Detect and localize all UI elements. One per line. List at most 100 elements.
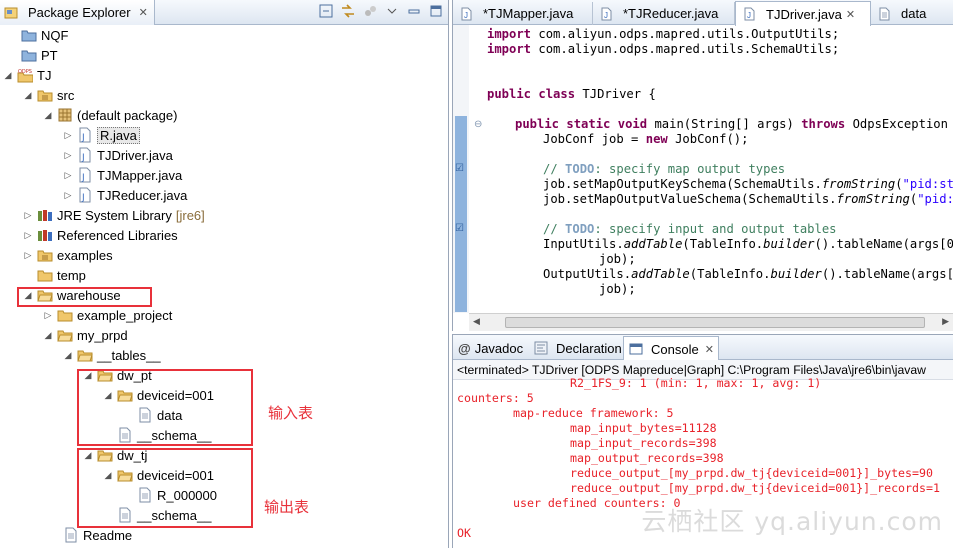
svg-text:J: J [81,133,85,143]
collapse-all-icon[interactable] [318,3,334,19]
tree-item-data[interactable]: data [122,405,182,425]
code-comment[interactable]: // TODO: specify input and output tables [543,222,837,237]
maximize-icon[interactable] [428,3,444,19]
tab-declaration[interactable]: Declaration [529,337,623,359]
tree-item-tjreducer-java[interactable]: ▷ J TJReducer.java [62,185,187,205]
tab-data[interactable]: data [871,2,953,25]
code-line[interactable]: job.setMapOutputValueSchema(SchemaUtils.… [543,192,953,207]
tree-item-r-java[interactable]: ▷ J R.java [62,125,140,145]
view-menu-icon[interactable] [384,3,400,19]
expanded-arrow-icon[interactable]: ◢ [82,370,94,381]
expanded-arrow-icon[interactable]: ◢ [42,110,54,121]
expanded-arrow-icon[interactable]: ◢ [2,70,14,81]
tree-item-tjdriver-java[interactable]: ▷ J TJDriver.java [62,145,173,165]
console-line: map_input_bytes=11128 [570,421,717,435]
tree-item-my-prpd[interactable]: ◢ my_prpd [42,325,128,345]
console-line: map-reduce framework: 5 [513,406,674,420]
horizontal-scrollbar[interactable]: ◀ ▶ [469,313,953,331]
code-line[interactable]: InputUtils.addTable(TableInfo.builder().… [543,237,953,252]
scroll-left-icon[interactable]: ◀ [473,316,480,327]
tree-item-src[interactable]: ◢ src [22,85,75,105]
expanded-arrow-icon[interactable]: ◢ [22,90,34,101]
code-line[interactable]: job); [599,252,636,267]
folder-icon [37,267,53,283]
console-line: map_output_records=398 [570,451,724,465]
collapsed-arrow-icon[interactable]: ▷ [22,250,34,261]
tab-label: Declaration [556,340,622,356]
tree-label: TJMapper.java [97,167,183,183]
tree-item-dw-pt[interactable]: ◢ dw_pt [82,365,152,385]
task-marker-icon[interactable]: ☑ [455,163,464,174]
code-comment[interactable]: // TODO: specify map output types [543,162,785,177]
task-marker-icon[interactable]: ☑ [455,223,464,234]
code-line[interactable]: public static void main(String[] args) t… [515,117,953,132]
code-line[interactable]: import com.aliyun.odps.mapred.utils.Sche… [487,42,839,57]
tree-item-pt[interactable]: PT [6,45,58,65]
tree-item-r-000000[interactable]: R_000000 [122,485,217,505]
tree-item-examples[interactable]: ▷ examples [22,245,113,265]
expanded-arrow-icon[interactable]: ◢ [62,350,74,361]
close-icon[interactable]: ✕ [846,8,855,21]
collapsed-arrow-icon[interactable]: ▷ [22,230,34,241]
console-tab-bar: @ Javadoc Declaration Console ✕ [453,335,953,361]
collapsed-arrow-icon[interactable]: ▷ [62,170,74,181]
at-icon: @ [458,340,471,356]
fold-collapse-icon[interactable]: ⊖ [474,119,482,130]
tree-item-warehouse[interactable]: ◢ warehouse [22,285,121,305]
file-icon [117,427,133,443]
tree-item-dw-pt-deviceid[interactable]: ◢ deviceid=001 [102,385,214,405]
expanded-arrow-icon[interactable]: ◢ [42,330,54,341]
tab-tjreducer[interactable]: J *TJReducer.java [593,2,735,25]
tree-item-nqf[interactable]: NQF [6,25,68,45]
code-line[interactable]: import com.aliyun.odps.mapred.utils.Outp… [487,27,839,42]
folder-open-icon [57,327,73,343]
code-line[interactable]: public class TJDriver { [487,87,656,102]
java-file-icon: J [77,147,93,163]
scroll-right-icon[interactable]: ▶ [942,316,949,327]
tab-tjdriver[interactable]: J TJDriver.java ✕ [735,1,871,26]
expanded-arrow-icon[interactable]: ◢ [102,390,114,401]
minimize-icon[interactable] [406,3,422,19]
expanded-arrow-icon[interactable]: ◢ [22,290,34,301]
tree-item-readme[interactable]: Readme [48,525,132,545]
close-icon[interactable]: ✕ [139,6,148,19]
collapsed-arrow-icon[interactable]: ▷ [22,210,34,221]
code-line[interactable]: job); [599,282,636,297]
link-with-editor-icon[interactable] [340,3,356,19]
console-line: reduce_output_[my_prpd.dw_tj{deviceid=00… [570,481,940,495]
tree-label: temp [57,267,86,283]
tree-item-tables[interactable]: ◢ __tables__ [62,345,161,365]
collapsed-arrow-icon[interactable]: ▷ [62,190,74,201]
code-line[interactable]: OutputUtils.addTable(TableInfo.builder()… [543,267,953,282]
scrollbar-thumb[interactable] [505,317,925,328]
collapsed-arrow-icon[interactable]: ▷ [42,310,54,321]
tab-javadoc[interactable]: @ Javadoc [453,337,529,359]
code-line[interactable]: job.setMapOutputKeySchema(SchemaUtils.fr… [543,177,953,192]
tree-item-tj[interactable]: ◢ ODPS TJ [2,65,51,85]
close-icon[interactable]: ✕ [705,343,714,356]
annotation-ruler: ☑ ☑ [453,25,469,313]
package-explorer-tab[interactable]: Package Explorer ✕ [0,0,155,25]
tree-item-temp[interactable]: temp [22,265,86,285]
tree-item-jre-system-library[interactable]: ▷ JRE System Library [jre6] [22,205,205,225]
code-line[interactable]: JobConf job = new JobConf(); [543,132,748,147]
tree-item-tjmapper-java[interactable]: ▷ J TJMapper.java [62,165,182,185]
collapsed-arrow-icon[interactable]: ▷ [62,150,74,161]
tree-label: PT [41,47,58,63]
tree-item-dw-tj-deviceid[interactable]: ◢ deviceid=001 [102,465,214,485]
tree-item-default-package[interactable]: ◢ (default package) [42,105,178,125]
tab-console[interactable]: Console ✕ [623,336,719,361]
expanded-arrow-icon[interactable]: ◢ [102,470,114,481]
console-line: R2_1FS_9: 1 (min: 1, max: 1, avg: 1) [570,376,822,390]
expanded-arrow-icon[interactable]: ◢ [82,450,94,461]
view-tab-bar: Package Explorer ✕ [0,0,448,25]
tree-item-dw-tj-schema[interactable]: __schema__ [102,505,211,525]
file-icon [117,507,133,523]
tree-item-dw-pt-schema[interactable]: __schema__ [102,425,211,445]
tab-tjmapper[interactable]: J *TJMapper.java [453,2,593,25]
tree-item-referenced-libraries[interactable]: ▷ Referenced Libraries [22,225,178,245]
focus-icon[interactable] [362,3,378,19]
collapsed-arrow-icon[interactable]: ▷ [62,130,74,141]
tree-item-example-project[interactable]: ▷ example_project [42,305,173,325]
tree-item-dw-tj[interactable]: ◢ dw_tj [82,445,148,465]
